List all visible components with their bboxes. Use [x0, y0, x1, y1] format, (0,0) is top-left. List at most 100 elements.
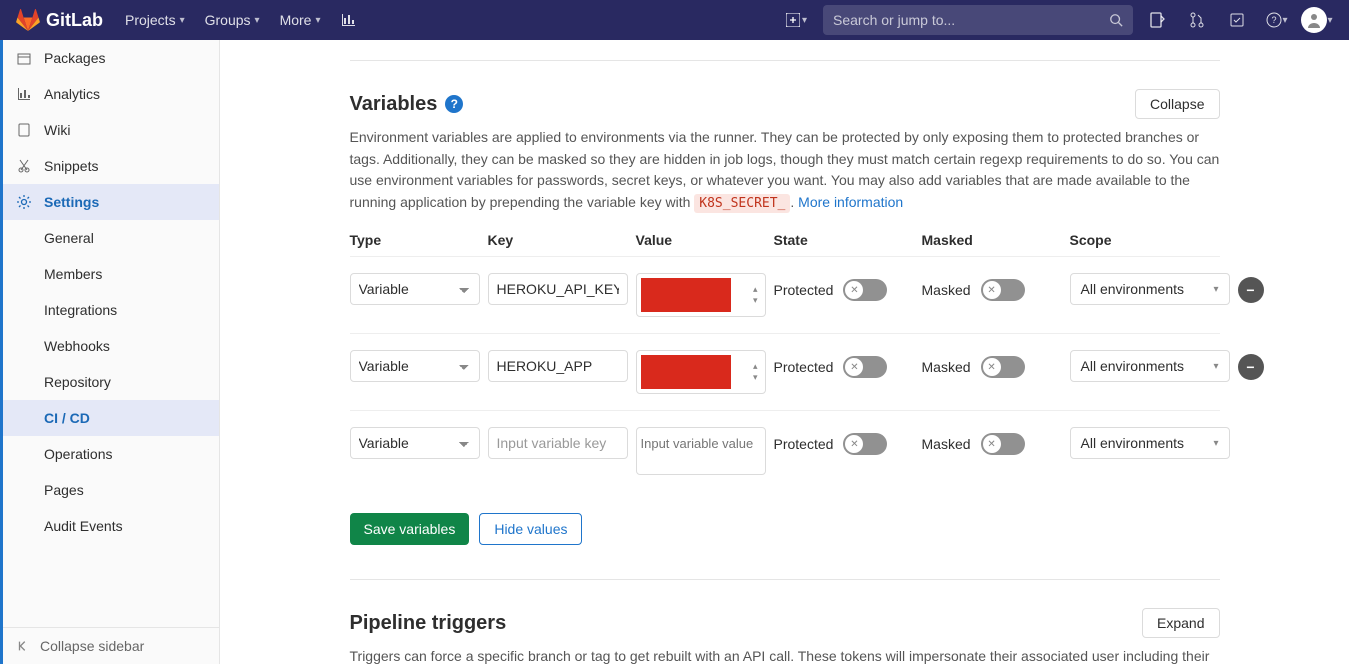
- gitlab-logo[interactable]: GitLab: [16, 8, 103, 32]
- todos-icon[interactable]: [1221, 4, 1253, 36]
- collapse-icon: [16, 639, 30, 653]
- collapse-sidebar-button[interactable]: Collapse sidebar: [0, 627, 219, 664]
- state-label: Protected: [774, 359, 834, 375]
- sub-repository[interactable]: Repository: [0, 364, 219, 400]
- value-input[interactable]: [641, 436, 761, 466]
- masked-label: Masked: [922, 282, 971, 298]
- collapse-button[interactable]: Collapse: [1135, 89, 1219, 119]
- svg-text:?: ?: [1272, 15, 1277, 25]
- nav-groups[interactable]: Groups▾: [195, 0, 270, 40]
- masked-toggle[interactable]: ✕: [981, 356, 1025, 378]
- type-select[interactable]: Variable: [350, 350, 480, 382]
- topbar-right: ▾ ?▾ ▾: [778, 4, 1333, 36]
- search-box[interactable]: [823, 5, 1133, 35]
- col-key: Key: [488, 232, 628, 248]
- topbar: GitLab Projects▾ Groups▾ More▾ ▾ ?▾ ▾: [0, 0, 1349, 40]
- remove-button[interactable]: −: [1238, 354, 1264, 380]
- chart-icon: [341, 12, 357, 28]
- value-input-wrap[interactable]: ▴▾: [636, 273, 766, 317]
- masked-toggle[interactable]: ✕: [981, 433, 1025, 455]
- analytics-icon: [16, 86, 32, 102]
- brand-text: GitLab: [46, 10, 103, 31]
- col-scope: Scope: [1070, 232, 1230, 248]
- snippets-icon: [16, 158, 32, 174]
- variables-title: Variables ?: [350, 93, 464, 116]
- key-input[interactable]: [488, 350, 628, 382]
- redacted-value: [641, 278, 731, 312]
- triggers-description: Triggers can force a specific branch or …: [350, 646, 1220, 664]
- sidebar-item-wiki[interactable]: Wiki: [0, 112, 219, 148]
- state-label: Protected: [774, 282, 834, 298]
- type-select[interactable]: Variable: [350, 273, 480, 305]
- variable-row: Variable ▴▾ Protected✕ Masked✕ All envir…: [350, 256, 1220, 333]
- save-button[interactable]: Save variables: [350, 513, 470, 545]
- chevron-down-icon: ▾: [1213, 438, 1218, 449]
- sub-operations[interactable]: Operations: [0, 436, 219, 472]
- redacted-value: [641, 355, 731, 389]
- plus-icon: [786, 13, 800, 27]
- remove-button[interactable]: −: [1238, 277, 1264, 303]
- chevron-down-icon: ▾: [255, 15, 260, 26]
- protected-toggle[interactable]: ✕: [843, 356, 887, 378]
- help-icon[interactable]: ?▾: [1261, 4, 1293, 36]
- package-icon: [16, 50, 32, 66]
- nav-more[interactable]: More▾: [270, 0, 331, 40]
- col-state: State: [774, 232, 914, 248]
- expand-button[interactable]: Expand: [1142, 608, 1219, 638]
- sub-general[interactable]: General: [0, 220, 219, 256]
- chevron-down-icon: ▾: [180, 15, 185, 26]
- sub-pages[interactable]: Pages: [0, 472, 219, 508]
- chevron-down-icon: ▾: [1282, 15, 1287, 26]
- col-value: Value: [636, 232, 766, 248]
- sidebar-item-analytics[interactable]: Analytics: [0, 76, 219, 112]
- chevron-down-icon: ▾: [1327, 15, 1332, 26]
- sub-audit[interactable]: Audit Events: [0, 508, 219, 544]
- issues-icon[interactable]: [1141, 4, 1173, 36]
- sidebar-item-snippets[interactable]: Snippets: [0, 148, 219, 184]
- merge-requests-icon[interactable]: [1181, 4, 1213, 36]
- scope-dropdown[interactable]: All environments▾: [1070, 273, 1230, 305]
- help-icon[interactable]: ?: [445, 95, 463, 113]
- chevron-down-icon: ▾: [1213, 361, 1218, 372]
- col-type: Type: [350, 232, 480, 248]
- gear-icon: [16, 194, 32, 210]
- sidebar-item-settings[interactable]: Settings: [0, 184, 219, 220]
- gitlab-icon: [16, 8, 40, 32]
- sidebar: Packages Analytics Wiki Snippets Setting…: [0, 40, 220, 664]
- scope-dropdown[interactable]: All environments▾: [1070, 350, 1230, 382]
- search-input[interactable]: [833, 12, 1109, 28]
- settings-subitems: General Members Integrations Webhooks Re…: [0, 220, 219, 544]
- nav-projects[interactable]: Projects▾: [115, 0, 195, 40]
- variable-row-empty: Variable Protected✕ Masked✕ All environm…: [350, 410, 1220, 491]
- create-new-button[interactable]: ▾: [778, 9, 815, 31]
- masked-toggle[interactable]: ✕: [981, 279, 1025, 301]
- variables-section: Variables ? Collapse Environment variabl…: [350, 60, 1220, 579]
- variables-description: Environment variables are applied to env…: [350, 127, 1220, 214]
- protected-toggle[interactable]: ✕: [843, 433, 887, 455]
- user-menu[interactable]: ▾: [1301, 4, 1333, 36]
- variables-table: Type Key Value State Masked Scope Variab…: [350, 232, 1220, 491]
- sub-webhooks[interactable]: Webhooks: [0, 328, 219, 364]
- chevron-down-icon: ▾: [315, 15, 320, 26]
- action-buttons: Save variables Hide values: [350, 499, 1220, 559]
- value-input-wrap[interactable]: ▴▾: [636, 350, 766, 394]
- key-input[interactable]: [488, 427, 628, 459]
- key-input[interactable]: [488, 273, 628, 305]
- hide-values-button[interactable]: Hide values: [479, 513, 582, 545]
- value-input-wrap[interactable]: [636, 427, 766, 475]
- sub-cicd[interactable]: CI / CD: [0, 400, 219, 436]
- triggers-title: Pipeline triggers: [350, 612, 507, 635]
- sub-members[interactable]: Members: [0, 256, 219, 292]
- protected-toggle[interactable]: ✕: [843, 279, 887, 301]
- type-select[interactable]: Variable: [350, 427, 480, 459]
- nav-activity[interactable]: [331, 0, 367, 40]
- triggers-section: Pipeline triggers Expand Triggers can fo…: [350, 579, 1220, 664]
- scope-dropdown[interactable]: All environments▾: [1070, 427, 1230, 459]
- state-label: Protected: [774, 436, 834, 452]
- search-icon: [1109, 13, 1123, 27]
- more-info-link[interactable]: More information: [798, 194, 903, 210]
- sub-integrations[interactable]: Integrations: [0, 292, 219, 328]
- wiki-icon: [16, 122, 32, 138]
- table-header: Type Key Value State Masked Scope: [350, 232, 1220, 256]
- sidebar-item-packages[interactable]: Packages: [0, 40, 219, 76]
